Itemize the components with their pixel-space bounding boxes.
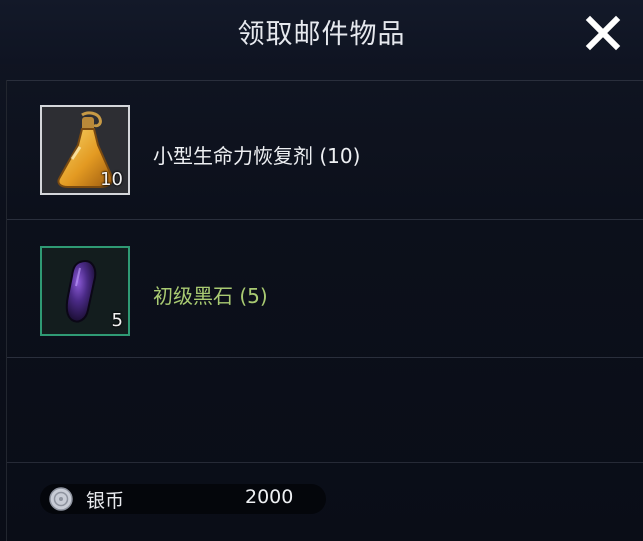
footer-divider	[7, 462, 643, 463]
mail-items-dialog: 领取邮件物品 10 小型生命力恢复剂 (10) 5 初级黑石 (5) 银币 20…	[0, 0, 643, 541]
currency-display: 银币 2000	[40, 484, 326, 514]
close-x-icon	[585, 15, 621, 51]
currency-label: 银币	[86, 490, 125, 512]
currency-amount: 2000	[245, 486, 294, 508]
list-item[interactable]: 10 小型生命力恢复剂 (10)	[7, 81, 643, 219]
item-quantity: 10	[100, 169, 123, 190]
dialog-title: 领取邮件物品	[237, 19, 406, 50]
close-button[interactable]	[583, 13, 623, 53]
item-quantity: 5	[111, 310, 123, 331]
item-name: 小型生命力恢复剂 (10)	[153, 144, 361, 168]
dialog-header: 领取邮件物品	[0, 0, 643, 64]
item-slot[interactable]: 10	[40, 105, 130, 195]
list-item[interactable]: 5 初级黑石 (5)	[7, 220, 643, 358]
silver-coin-icon	[49, 487, 73, 511]
item-name: 初级黑石 (5)	[153, 284, 268, 308]
empty-list-item	[7, 358, 643, 462]
item-slot[interactable]: 5	[40, 246, 130, 336]
